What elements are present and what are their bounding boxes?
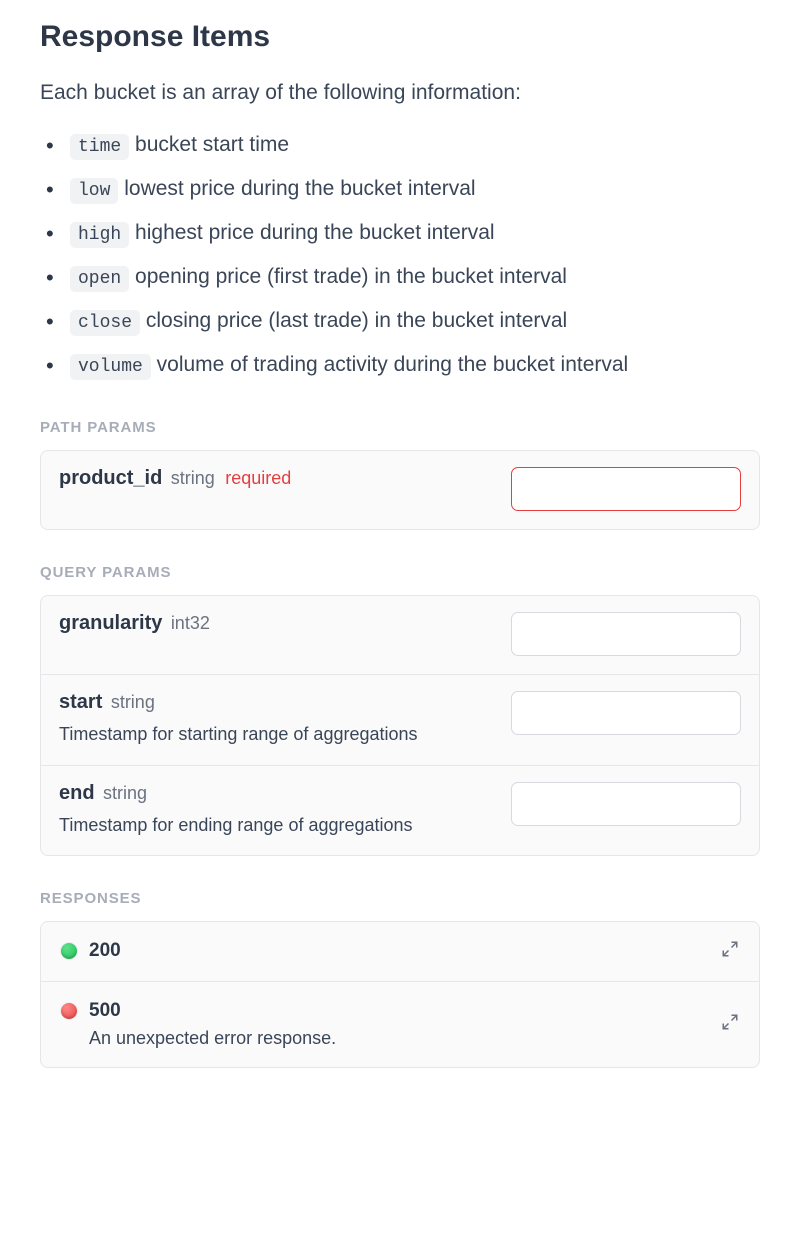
code-token: low xyxy=(70,178,118,204)
bullet-text: opening price (first trade) in the bucke… xyxy=(129,265,567,288)
param-type: string xyxy=(171,468,215,488)
path-params-box: product_id string required xyxy=(40,450,760,530)
granularity-input[interactable] xyxy=(511,612,741,656)
bullet-list: time bucket start time low lowest price … xyxy=(40,129,760,381)
product-id-input[interactable] xyxy=(511,467,741,511)
param-type: string xyxy=(111,692,155,712)
intro-text: Each bucket is an array of the following… xyxy=(40,78,760,107)
query-params-box: granularity int32 start string Timestamp… xyxy=(40,595,760,856)
param-row-end: end string Timestamp for ending range of… xyxy=(41,766,759,855)
start-input[interactable] xyxy=(511,691,741,735)
param-info: granularity int32 xyxy=(59,612,497,635)
bullet-text: lowest price during the bucket interval xyxy=(118,177,475,200)
param-info: product_id string required xyxy=(59,467,497,490)
param-row-product-id: product_id string required xyxy=(41,451,759,529)
code-token: open xyxy=(70,266,129,292)
code-token: high xyxy=(70,222,129,248)
query-params-label: QUERY PARAMS xyxy=(40,564,760,581)
param-info: start string Timestamp for starting rang… xyxy=(59,691,497,746)
code-token: time xyxy=(70,134,129,160)
bullet-text: volume of trading activity during the bu… xyxy=(151,353,628,376)
path-params-label: PATH PARAMS xyxy=(40,419,760,436)
list-item: high highest price during the bucket int… xyxy=(70,217,760,249)
param-name: start xyxy=(59,691,102,713)
responses-label: RESPONSES xyxy=(40,890,760,907)
list-item: volume volume of trading activity during… xyxy=(70,349,760,381)
param-description: Timestamp for starting range of aggregat… xyxy=(59,722,497,746)
code-token: close xyxy=(70,310,140,336)
response-content: 200 xyxy=(89,940,709,962)
expand-icon xyxy=(721,940,739,963)
param-row-start: start string Timestamp for starting rang… xyxy=(41,675,759,765)
expand-icon xyxy=(721,1013,739,1036)
list-item: time bucket start time xyxy=(70,129,760,161)
response-content: 500 An unexpected error response. xyxy=(89,1000,709,1049)
param-row-granularity: granularity int32 xyxy=(41,596,759,675)
param-name: end xyxy=(59,782,95,804)
param-type: int32 xyxy=(171,613,210,633)
response-code: 200 xyxy=(89,940,709,962)
status-dot-success-icon xyxy=(61,943,77,959)
bullet-text: highest price during the bucket interval xyxy=(129,221,494,244)
list-item: close closing price (last trade) in the … xyxy=(70,305,760,337)
param-name: granularity xyxy=(59,612,162,634)
end-input[interactable] xyxy=(511,782,741,826)
status-dot-error-icon xyxy=(61,1003,77,1019)
page-title: Response Items xyxy=(40,20,760,54)
responses-box: 200 500 An unexpected error response. xyxy=(40,921,760,1068)
response-row-500[interactable]: 500 An unexpected error response. xyxy=(41,982,759,1067)
param-type: string xyxy=(103,783,147,803)
response-row-200[interactable]: 200 xyxy=(41,922,759,982)
param-required-label: required xyxy=(225,468,291,488)
param-info: end string Timestamp for ending range of… xyxy=(59,782,497,837)
bullet-text: closing price (last trade) in the bucket… xyxy=(140,309,567,332)
code-token: volume xyxy=(70,354,151,380)
list-item: low lowest price during the bucket inter… xyxy=(70,173,760,205)
list-item: open opening price (first trade) in the … xyxy=(70,261,760,293)
param-name: product_id xyxy=(59,467,162,489)
response-description: An unexpected error response. xyxy=(89,1028,709,1049)
bullet-text: bucket start time xyxy=(129,133,289,156)
param-description: Timestamp for ending range of aggregatio… xyxy=(59,813,497,837)
response-code: 500 xyxy=(89,1000,709,1022)
